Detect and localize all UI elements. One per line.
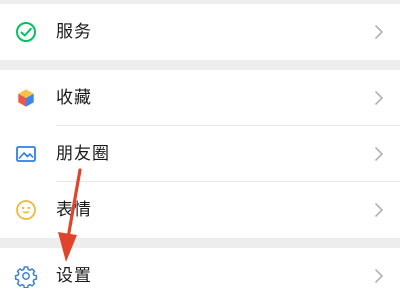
content-group: 收藏 朋友圈 表情 xyxy=(0,70,400,238)
menu-item-moments-label: 朋友圈 xyxy=(56,144,110,164)
favorites-cube-icon xyxy=(14,86,38,110)
menu-item-moments[interactable]: 朋友圈 xyxy=(0,126,400,182)
chevron-right-icon xyxy=(374,146,384,162)
chevron-right-icon xyxy=(374,90,384,106)
settings-group: 设置 xyxy=(0,248,400,300)
services-check-icon xyxy=(14,20,38,44)
chevron-right-icon xyxy=(374,24,384,40)
services-group: 服务 xyxy=(0,4,400,60)
stickers-smiley-icon xyxy=(14,198,38,222)
moments-picture-icon xyxy=(14,142,38,166)
me-page-menu: 服务 收藏 朋友圈 表情 设置 xyxy=(0,0,400,300)
menu-item-settings-label: 设置 xyxy=(56,266,92,286)
menu-item-settings[interactable]: 设置 xyxy=(0,248,400,300)
menu-item-stickers-label: 表情 xyxy=(56,200,92,220)
chevron-right-icon xyxy=(374,268,384,284)
menu-item-stickers[interactable]: 表情 xyxy=(0,182,400,238)
menu-item-favorites[interactable]: 收藏 xyxy=(0,70,400,126)
menu-item-services-label: 服务 xyxy=(56,22,92,42)
chevron-right-icon xyxy=(374,202,384,218)
menu-item-favorites-label: 收藏 xyxy=(56,88,92,108)
menu-item-services[interactable]: 服务 xyxy=(0,4,400,60)
settings-gear-icon xyxy=(14,264,38,288)
